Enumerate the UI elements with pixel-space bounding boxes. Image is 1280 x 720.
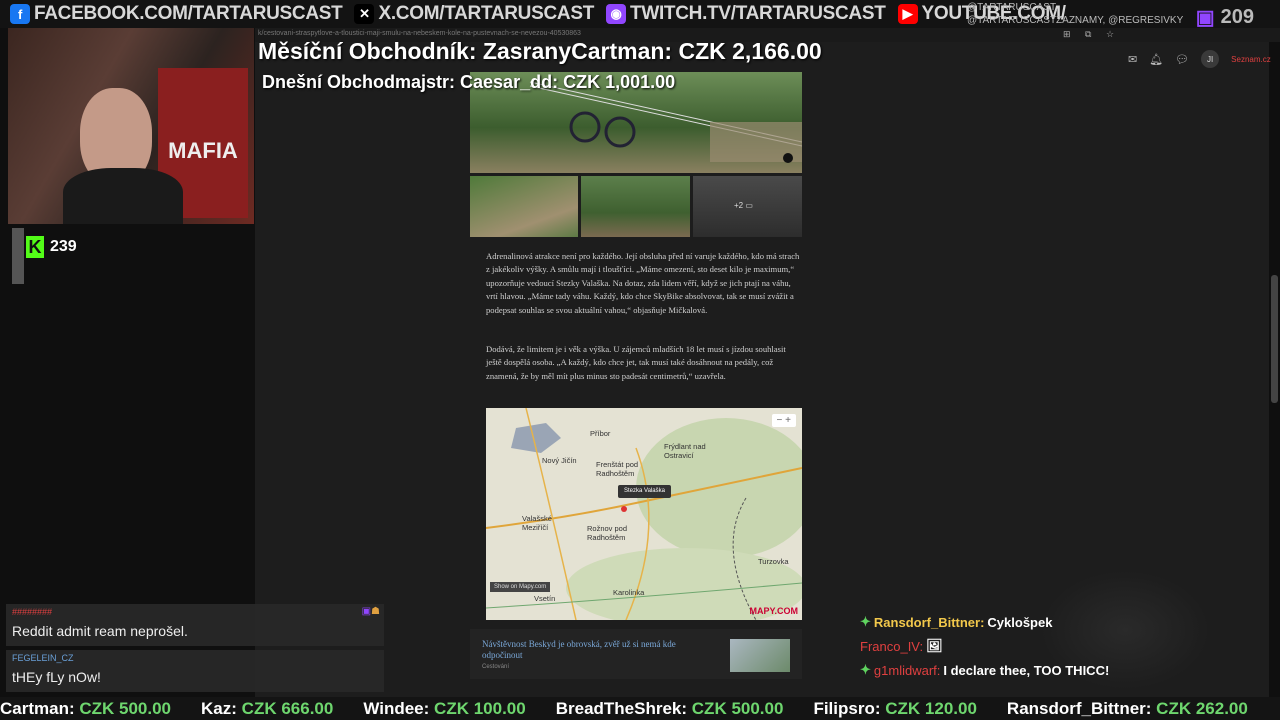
chat-text: Cyklošpek	[987, 614, 1053, 630]
x-icon: ✕	[354, 4, 375, 24]
article-paragraph: Dodává, že limitem je i věk a výška. U z…	[486, 344, 786, 381]
ticker-item: Cartman: CZK 500.00	[0, 699, 171, 719]
ticker-name: Ransdorf_Bittner:	[1006, 698, 1152, 718]
map-widget[interactable]: − + Příbor Frýdlant nad Ostravicí Nový J…	[486, 408, 802, 620]
ticker-name: Cartman:	[0, 698, 75, 718]
social-label: X.COM/TARTARUSCAST	[378, 3, 595, 24]
daily-top-donor: Dnešní Obchodmajstr: Caesar_dd: CZK 1,00…	[262, 72, 676, 92]
show-on-mapy-button[interactable]: Show on Mapy.com	[490, 582, 551, 592]
map-place-label: Karolinka	[613, 588, 645, 597]
facebook-icon: f	[10, 4, 30, 24]
map-pin-icon[interactable]	[621, 506, 627, 512]
map-place-label: Rožnov pod Radhoštěm	[587, 524, 628, 542]
chat-message: ✦ g1mlidwarf: I declare thee, TOO THICC!	[860, 662, 1260, 678]
chat-message: FEGELEIN_CZ tHEy fLy nOw!	[6, 650, 384, 692]
social-label: TWITCH.TV/TARTARUSCAST	[630, 3, 886, 24]
chat-panel-right: ✦ Ransdorf_Bittner: Cyklošpek Franco_IV:…	[860, 614, 1260, 686]
site-userbar: ✉ 🔔︎ 💬︎ JI Seznam.cz	[1128, 50, 1271, 68]
gallery-more-count[interactable]: +2 ▭	[734, 201, 753, 210]
gallery-icon: ▭	[745, 201, 753, 210]
ticker-name: BreadTheShrek:	[555, 698, 688, 718]
youtube-icon: ▶	[897, 4, 918, 24]
ticker-name: Windee:	[363, 698, 430, 718]
chat-username: ########	[12, 607, 53, 617]
monthly-top-donor: Měsíční Obchodník: ZasranyCartman: CZK 2…	[258, 38, 822, 64]
related-article-title[interactable]: Návštěvnost Beskyd je obrovská, zvěř už …	[482, 639, 712, 661]
map-place-label: Frýdlant nad Ostravicí	[664, 442, 706, 460]
browser-toolbar-icons[interactable]: ⊞ ⧉ ☆	[1063, 29, 1120, 40]
kick-viewers: K 239	[26, 236, 77, 258]
ticker-amount: CZK 120.00	[885, 698, 977, 718]
ticker-item: Ransdorf_Bittner: CZK 262.00	[1007, 699, 1248, 719]
chat-icon[interactable]: 💬︎	[1175, 53, 1189, 66]
social-x: ✕ X.COM/TARTARUSCAST	[354, 3, 594, 25]
map-pin-label[interactable]: Stezka Valaška	[618, 485, 671, 498]
ticker-item: Windee: CZK 100.00	[363, 699, 525, 719]
kick-viewer-count: 239	[50, 238, 77, 255]
map-place-label: Nový Jičín	[542, 456, 577, 465]
map-place-label: Turzovka	[758, 557, 789, 566]
ticker-amount: CZK 500.00	[79, 698, 172, 718]
chat-message: Franco_IV: 🖼	[860, 638, 1260, 654]
related-article-thumbnail[interactable]	[730, 639, 790, 672]
ticker-item: BreadTheShrek: CZK 500.00	[556, 699, 784, 719]
chat-username: FEGELEIN_CZ	[12, 653, 74, 663]
social-facebook: f FACEBOOK.COM/TARTARUSCAST	[10, 3, 343, 25]
twitch-viewer-icon: ▣	[1195, 7, 1215, 29]
map-zoom-control[interactable]: − +	[771, 414, 796, 427]
chat-message: ✦ Ransdorf_Bittner: Cyklošpek	[860, 614, 1260, 630]
gallery-more-label: +2	[734, 201, 744, 210]
mapy-logo[interactable]: MAPY.COM	[749, 606, 798, 616]
chat-text: I declare thee, TOO THICC!	[943, 662, 1110, 678]
chat-message: ######## ▣☗ Reddit admit ream neprošel.	[6, 604, 384, 646]
side-badge	[12, 228, 24, 284]
viewer-count: ▣ 209	[1196, 5, 1254, 30]
map-place-label: Vsetín	[534, 594, 556, 603]
mail-icon[interactable]: ✉	[1128, 53, 1137, 66]
avatar[interactable]: JI	[1201, 50, 1220, 68]
emote-icon: 🖼	[926, 638, 943, 653]
donation-ticker: Cartman: CZK 500.00 Kaz: CZK 666.00 Wind…	[0, 697, 1280, 720]
ticker-item: Kaz: CZK 666.00	[201, 699, 333, 719]
gallery-thumbnail[interactable]	[470, 176, 578, 237]
ticker-amount: CZK 262.00	[1156, 698, 1248, 718]
map-place-label: Příbor	[590, 429, 611, 438]
ticker-amount: CZK 100.00	[434, 698, 526, 718]
social-twitch: ◉ TWITCH.TV/TARTARUSCAST	[606, 3, 886, 25]
social-label: FACEBOOK.COM/TARTARUSCAST	[34, 3, 343, 24]
ticker-item: Filipsro: CZK 120.00	[813, 699, 976, 719]
streamer-shirt	[63, 168, 183, 224]
ticker-name: Filipsro:	[813, 698, 881, 718]
viewer-count-value: 209	[1220, 6, 1254, 28]
chat-text: tHEy fLy nOw!	[12, 669, 101, 685]
map-place-label: Frenštát pod Radhoštěm	[596, 460, 639, 478]
ticker-amount: CZK 666.00	[241, 698, 334, 718]
chat-username: Ransdorf_Bittner:	[873, 614, 985, 630]
bell-icon[interactable]: 🔔︎	[1149, 53, 1163, 66]
twitch-icon: ◉	[606, 4, 627, 24]
diamond-icon: ✦	[860, 662, 871, 677]
seznam-logo[interactable]: Seznam.cz	[1231, 55, 1271, 64]
ticker-name: Kaz:	[201, 698, 237, 718]
page-scrollbar[interactable]	[1271, 275, 1278, 403]
chat-username: g1mlidwarf:	[873, 662, 941, 678]
diamond-icon: ✦	[860, 614, 871, 629]
map-place-label: Valašské Meziříčí	[522, 514, 552, 532]
webcam-feed: MAFIA	[8, 28, 254, 224]
chat-text: Reddit admit ream neprošel.	[12, 623, 188, 639]
related-article-source: Cestování	[482, 664, 510, 670]
chat-badge-icon: ▣☗	[361, 606, 380, 617]
chat-username: Franco_IV:	[860, 638, 924, 654]
kick-icon: K	[26, 236, 44, 258]
address-bar[interactable]: k/cestovani-straspytlove-a-tloustici-maj…	[258, 30, 581, 37]
article-paragraph: Adrenalinová atrakce není pro každého. J…	[486, 251, 800, 315]
gallery-thumbnail[interactable]	[581, 176, 690, 237]
social-handles: @TARTARUSCAST, @TARTARUSCASTZAZNAMY, @RE…	[967, 2, 1184, 26]
ticker-amount: CZK 500.00	[691, 698, 784, 718]
